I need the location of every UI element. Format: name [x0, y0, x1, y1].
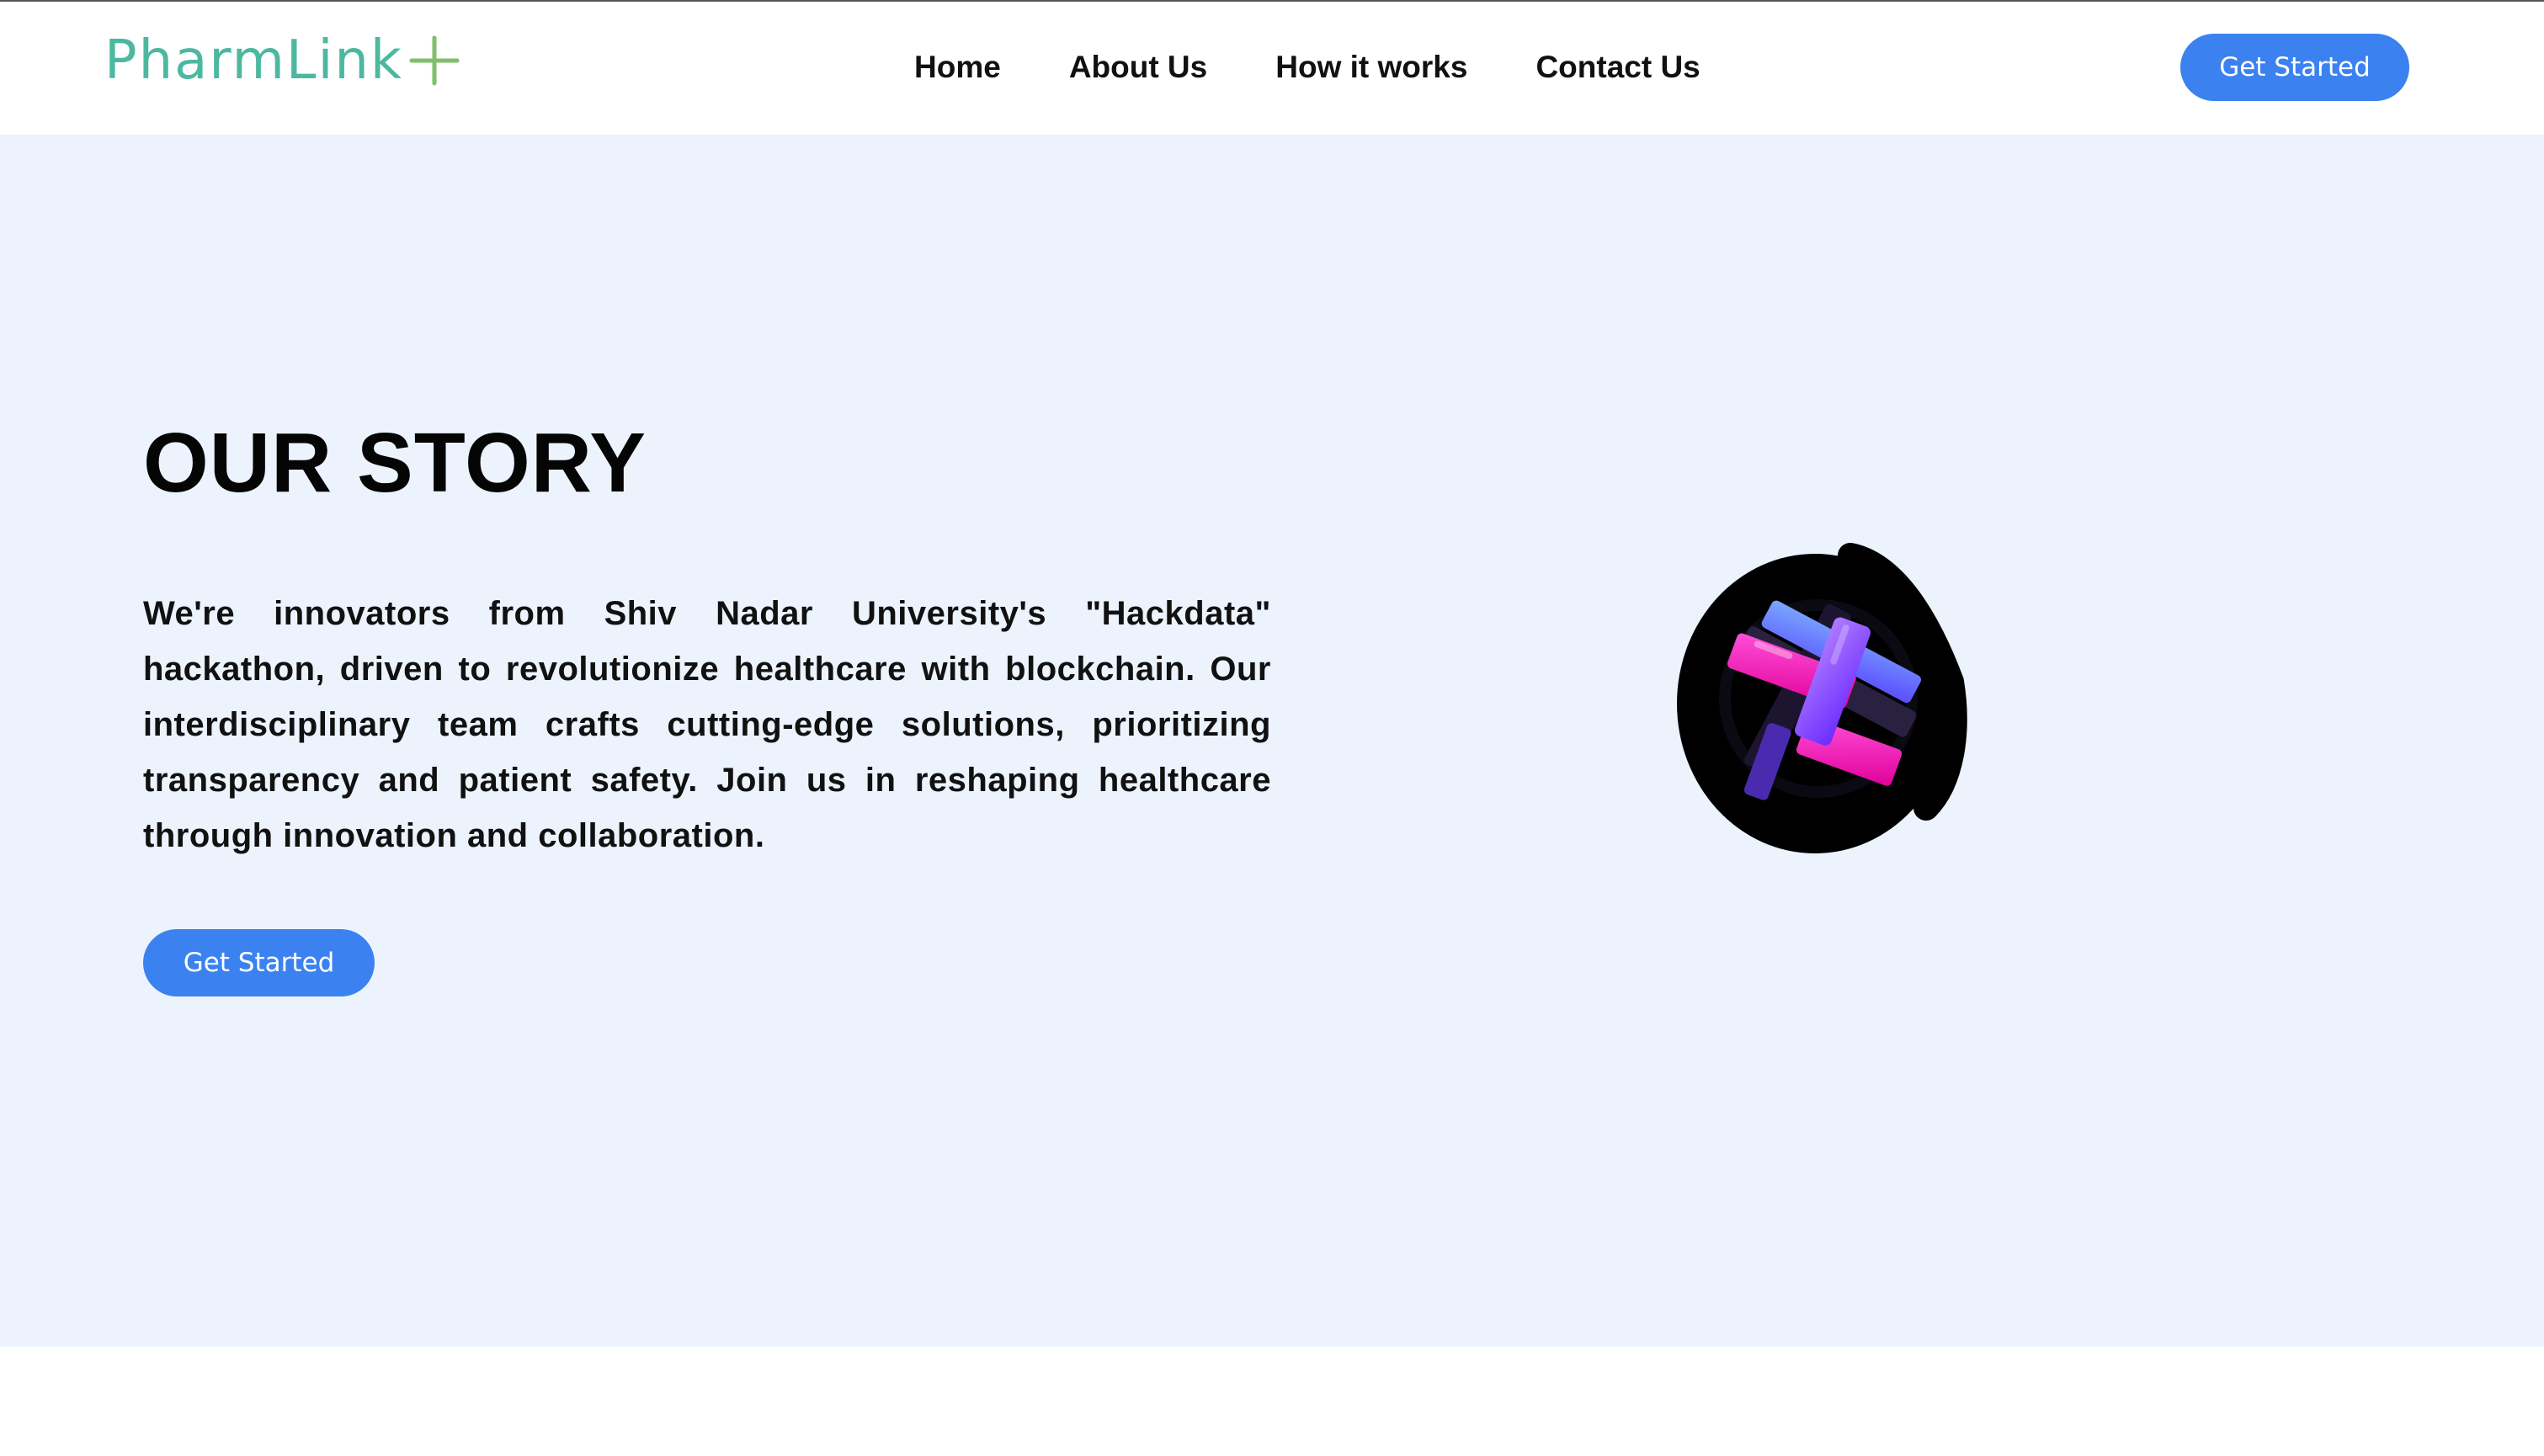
plus-icon: [409, 35, 460, 86]
hero-get-started-button[interactable]: Get Started: [143, 929, 375, 996]
header-get-started-button[interactable]: Get Started: [2180, 34, 2409, 101]
site-header: PharmLink Home About Us How it works Con…: [0, 2, 2544, 135]
nav-contact-us[interactable]: Contact Us: [1535, 50, 1700, 85]
nav-home[interactable]: Home: [914, 50, 1001, 85]
main-nav: Home About Us How it works Contact Us: [914, 40, 1700, 94]
hero-section: OUR STORY We're innovators from Shiv Nad…: [0, 135, 2544, 1347]
medical-cross-3d-icon: [1677, 543, 1967, 853]
logo[interactable]: PharmLink: [104, 27, 460, 94]
nav-how-it-works[interactable]: How it works: [1275, 50, 1467, 85]
story-paragraph: We're innovators from Shiv Nadar Univers…: [143, 595, 1271, 854]
logo-text: PharmLink: [104, 29, 403, 92]
nav-about-us[interactable]: About Us: [1069, 50, 1207, 85]
page-title: OUR STORY: [143, 416, 647, 510]
